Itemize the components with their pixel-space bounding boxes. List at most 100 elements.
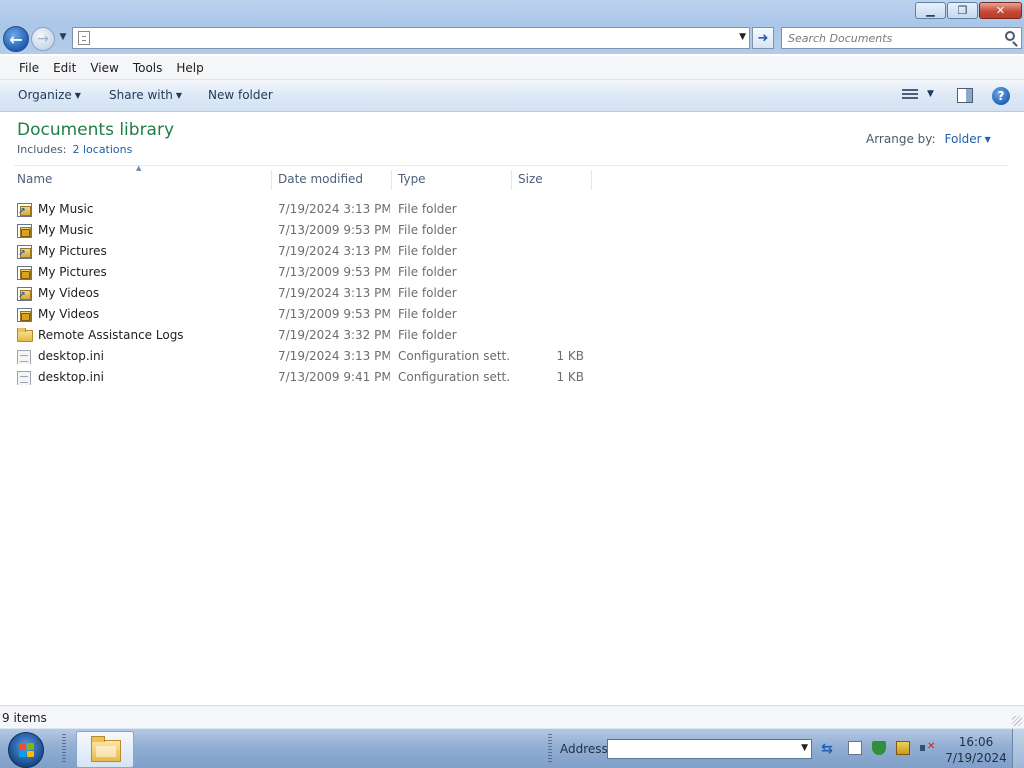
file-row[interactable]: desktop.ini 7/19/2024 3:13 PM Configuratio… — [14, 346, 594, 367]
arrange-by-dropdown[interactable]: Folder — [945, 132, 982, 146]
file-row[interactable]: desktop.ini 7/13/2009 9:41 PM Configuratio… — [14, 367, 594, 388]
menu-help[interactable]: Help — [169, 59, 210, 77]
security-shield-icon[interactable] — [872, 741, 886, 755]
file-name: Remote Assistance Logs — [38, 328, 184, 342]
file-date-modified: 7/19/2024 3:13 PM — [278, 286, 390, 300]
taskbar-explorer-button[interactable] — [76, 731, 134, 768]
address-dropdown-icon[interactable]: ▼ — [739, 32, 746, 42]
file-size: 1 KB — [556, 349, 584, 363]
taskbar: Address ▼ ⇆ 16:06 7/19/2024 — [0, 728, 1024, 768]
action-center-icon[interactable] — [848, 741, 862, 755]
share-with-label: Share with — [109, 88, 173, 102]
column-header-type[interactable]: Type — [394, 170, 512, 190]
file-name: desktop.ini — [38, 370, 104, 384]
locations-link[interactable]: 2 locations — [72, 143, 132, 156]
file-row[interactable]: My Music 7/19/2024 3:13 PM File folder — [14, 199, 594, 220]
command-bar: Organize ▼ Share with ▼ New folder ▼ ? — [0, 80, 1024, 112]
change-view-icon[interactable] — [902, 89, 918, 102]
title-bar: ▁ ❐ ✕ — [0, 0, 1024, 24]
chevron-down-icon: ▼ — [74, 91, 81, 100]
back-button[interactable]: ← — [3, 26, 29, 52]
file-type: Configuration sett... — [398, 370, 510, 384]
volume-muted-icon[interactable] — [920, 741, 935, 755]
organize-label: Organize — [18, 88, 72, 102]
menu-edit[interactable]: Edit — [46, 59, 83, 77]
file-name: My Videos — [38, 307, 100, 321]
close-icon: ✕ — [995, 4, 1006, 17]
maximize-button[interactable]: ❐ — [947, 2, 978, 19]
column-header-date-modified[interactable]: Date modified — [274, 170, 392, 190]
chevron-down-icon[interactable]: ▼ — [985, 135, 991, 144]
file-name: My Videos — [38, 286, 100, 300]
search-input[interactable] — [788, 30, 998, 46]
share-with-button[interactable]: Share with ▼ — [109, 88, 182, 102]
windows-logo-icon — [19, 743, 34, 757]
file-row[interactable]: My Music 7/13/2009 9:53 PM File folder — [14, 220, 594, 241]
file-date-modified: 7/13/2009 9:41 PM — [278, 370, 390, 384]
show-desktop-button[interactable] — [1012, 729, 1024, 768]
file-row[interactable]: My Videos 7/19/2024 3:13 PM File folder — [14, 283, 594, 304]
file-type: File folder — [398, 244, 457, 258]
taskbar-address-input[interactable]: ▼ — [607, 739, 812, 759]
taskbar-grip[interactable] — [62, 734, 66, 764]
folder-icon — [17, 328, 33, 342]
locked-folder-icon — [17, 266, 32, 280]
chevron-down-icon[interactable]: ▼ — [801, 743, 808, 753]
navigation-bar: ← → ▼ ▼ ➜ — [0, 24, 1024, 54]
file-row[interactable]: Remote Assistance Logs 7/19/2024 3:32 PM F… — [14, 325, 594, 346]
library-title: Documents library — [17, 120, 175, 140]
minimize-button[interactable]: ▁ — [915, 2, 946, 19]
menu-tools[interactable]: Tools — [126, 59, 170, 77]
search-icon[interactable] — [1005, 31, 1015, 41]
file-type: File folder — [398, 265, 457, 279]
document-icon — [78, 31, 90, 45]
back-arrow-icon: ← — [9, 29, 23, 49]
preview-pane-icon[interactable] — [957, 88, 973, 103]
file-date-modified: 7/19/2024 3:32 PM — [278, 328, 390, 342]
file-date-modified: 7/19/2024 3:13 PM — [278, 244, 390, 258]
file-row[interactable]: My Pictures 7/19/2024 3:13 PM File folder — [14, 241, 594, 262]
explorer-folder-icon — [91, 736, 121, 762]
address-bar[interactable]: ▼ — [72, 27, 750, 49]
shortcut-folder-icon — [17, 203, 32, 217]
file-list-pane: Documents library Includes: 2 locations A… — [0, 112, 1024, 705]
go-button[interactable]: ➜ — [752, 27, 774, 49]
status-bar: 9 items — [0, 705, 1024, 728]
taskbar-go-button[interactable]: ⇆ — [817, 739, 837, 759]
taskbar-address-label: Address — [560, 742, 608, 756]
file-date-modified: 7/13/2009 9:53 PM — [278, 307, 390, 321]
file-type: File folder — [398, 328, 457, 342]
shortcut-folder-icon — [17, 287, 32, 301]
locked-folder-icon — [17, 308, 32, 322]
file-type: File folder — [398, 307, 457, 321]
file-name: My Pictures — [38, 265, 107, 279]
network-icon[interactable] — [896, 741, 910, 755]
go-arrow-icon: ➜ — [757, 30, 769, 46]
chevron-down-icon: ▼ — [175, 91, 183, 100]
close-button[interactable]: ✕ — [979, 2, 1022, 19]
start-button[interactable] — [8, 732, 44, 768]
divider — [14, 165, 1008, 166]
toolbar-grip[interactable] — [548, 734, 552, 764]
file-row[interactable]: My Videos 7/13/2009 9:53 PM File folder — [14, 304, 594, 325]
forward-arrow-icon: → — [37, 31, 49, 47]
file-date-modified: 7/13/2009 9:53 PM — [278, 265, 390, 279]
column-header-size[interactable]: Size — [514, 170, 592, 190]
organize-button[interactable]: Organize ▼ — [18, 88, 81, 102]
search-box[interactable] — [781, 27, 1022, 49]
restore-icon: ❐ — [957, 4, 968, 17]
recent-pages-button[interactable]: ▼ — [57, 32, 69, 44]
column-header-name[interactable]: Name — [13, 170, 272, 190]
menu-view[interactable]: View — [83, 59, 125, 77]
ini-file-icon — [17, 371, 31, 385]
help-icon[interactable]: ? — [992, 87, 1010, 105]
system-clock[interactable]: 16:06 7/19/2024 — [944, 734, 1008, 766]
file-row[interactable]: My Pictures 7/13/2009 9:53 PM File folder — [14, 262, 594, 283]
forward-button[interactable]: → — [31, 27, 55, 51]
file-type: File folder — [398, 286, 457, 300]
resize-grip[interactable] — [1012, 716, 1022, 726]
minimize-icon: ▁ — [926, 4, 935, 17]
menu-file[interactable]: File — [12, 59, 46, 77]
new-folder-button[interactable]: New folder — [208, 88, 273, 102]
view-options-dropdown-icon[interactable]: ▼ — [927, 89, 934, 99]
